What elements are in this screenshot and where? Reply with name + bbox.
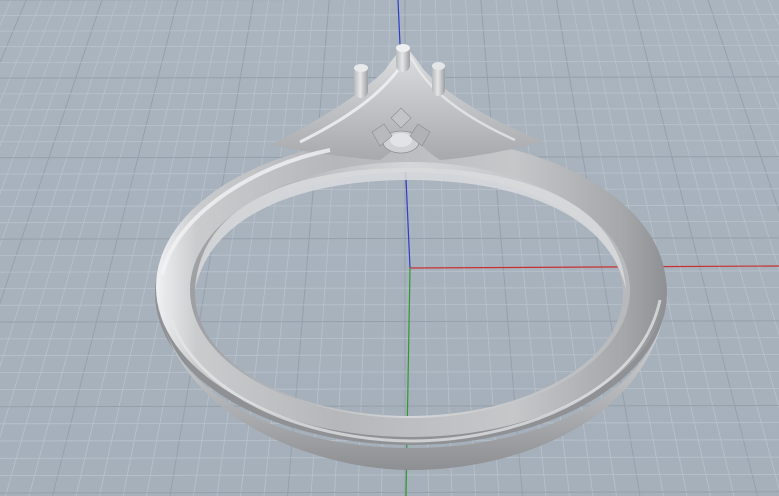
- viewport-canvas[interactable]: [0, 0, 779, 496]
- prong-front: [396, 44, 410, 72]
- prong-right: [432, 62, 445, 96]
- 3d-viewport[interactable]: [0, 0, 779, 496]
- prong-left: [354, 64, 368, 98]
